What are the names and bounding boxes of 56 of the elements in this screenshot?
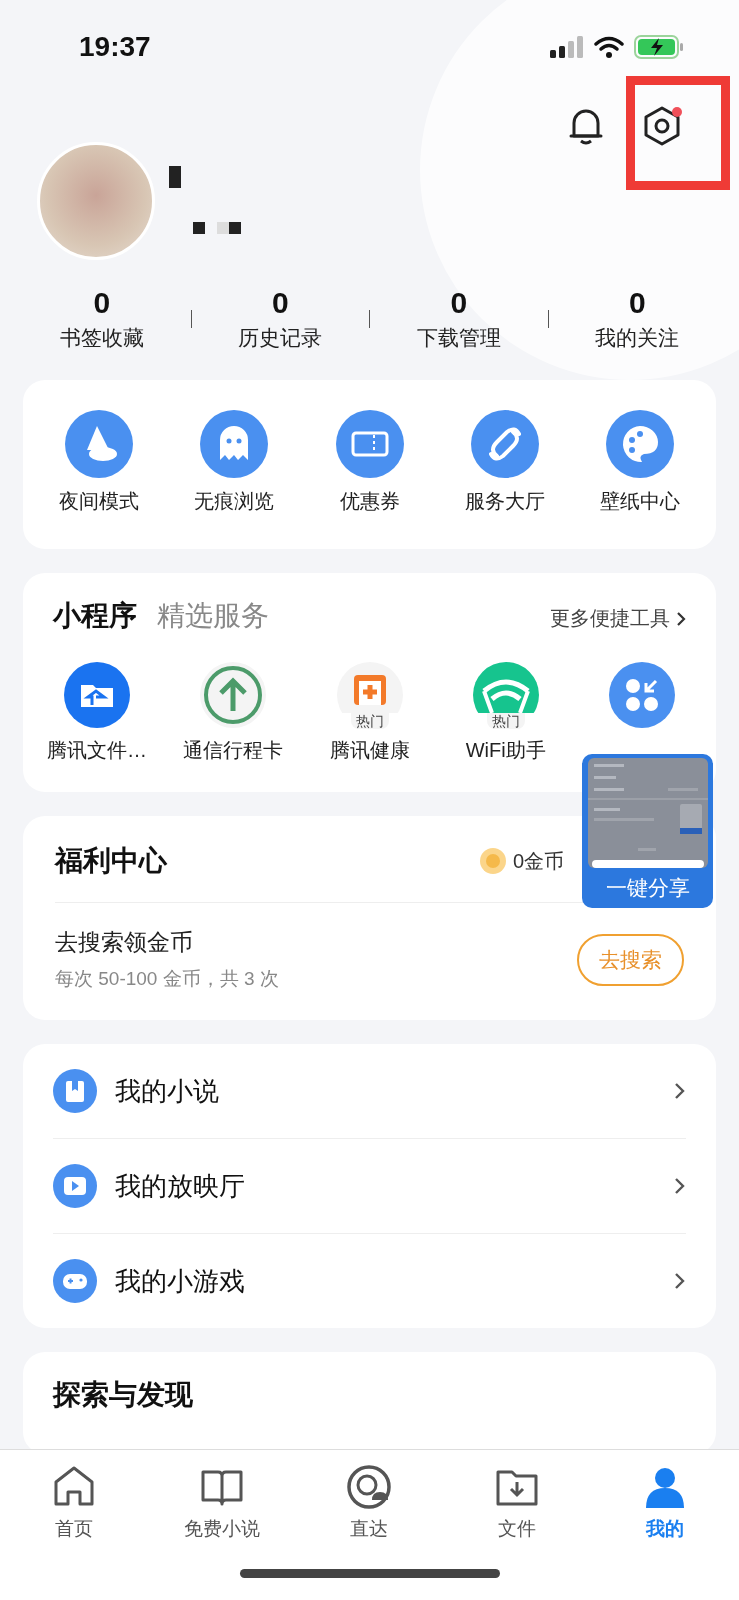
stat-label[interactable]: 我的关注 bbox=[595, 324, 680, 352]
chevron-icon[interactable] bbox=[674, 1176, 686, 1196]
stat-count[interactable]: 0 bbox=[93, 286, 111, 320]
tab[interactable]: 我的 bbox=[591, 1464, 739, 1569]
tool-label[interactable]: 无痕浏览 bbox=[194, 488, 275, 515]
stat-label[interactable]: 下载管理 bbox=[416, 324, 501, 352]
chevron-icon[interactable] bbox=[674, 1081, 686, 1101]
task-detail: 每次 50-100 金币，共 3 次 bbox=[55, 967, 279, 991]
section-title: 小程序 bbox=[53, 599, 137, 633]
tool-label[interactable]: 夜间模式 bbox=[58, 488, 139, 515]
more-tools-link[interactable]: 更多便捷工具 bbox=[550, 605, 686, 632]
chevron-icon bbox=[676, 610, 686, 627]
mini-program-label[interactable]: WiFi助手 bbox=[465, 737, 546, 764]
battery-icon bbox=[634, 35, 684, 59]
tool-label[interactable]: 服务大厅 bbox=[464, 488, 545, 515]
play-icon bbox=[53, 1164, 97, 1208]
section-tab[interactable]: 精选服务 bbox=[157, 597, 269, 635]
tool-label[interactable]: 壁纸中心 bbox=[600, 488, 681, 515]
section-title: 福利中心 bbox=[55, 844, 167, 878]
hot-badge: 热门 bbox=[486, 713, 525, 729]
coin-balance: 0金币 bbox=[512, 848, 564, 874]
tab[interactable]: 直达 bbox=[295, 1464, 444, 1569]
palette-icon[interactable] bbox=[606, 410, 675, 478]
share-widget[interactable]: 一键分享 bbox=[582, 754, 713, 908]
tool-label[interactable]: 优惠券 bbox=[339, 488, 400, 515]
stat-label[interactable]: 书签收藏 bbox=[59, 324, 144, 352]
tab[interactable]: 文件 bbox=[443, 1464, 592, 1569]
ghost-icon[interactable] bbox=[200, 410, 269, 478]
wifi-icon bbox=[594, 36, 624, 58]
stat-label[interactable]: 历史记录 bbox=[238, 324, 323, 352]
link-icon[interactable] bbox=[470, 410, 539, 478]
mini-program-label[interactable]: 腾讯健康 bbox=[329, 737, 410, 764]
coin-icon bbox=[478, 847, 507, 875]
book-icon bbox=[53, 1069, 97, 1113]
signal-icon bbox=[550, 36, 584, 58]
chevron-icon[interactable] bbox=[674, 1271, 686, 1291]
folder-icon[interactable] bbox=[63, 661, 132, 729]
list-item-label[interactable]: 我的小说 bbox=[115, 1073, 656, 1109]
moon-icon[interactable] bbox=[64, 410, 133, 478]
apps-icon[interactable] bbox=[607, 661, 676, 729]
tab[interactable]: 免费小说 bbox=[147, 1464, 296, 1569]
mini-program-label[interactable]: 腾讯文件… bbox=[47, 737, 148, 764]
stat-count[interactable]: 0 bbox=[628, 286, 646, 320]
section-title: 探索与发现 bbox=[53, 1379, 193, 1410]
stat-count[interactable]: 0 bbox=[271, 286, 289, 320]
mini-program-label[interactable]: 通信行程卡 bbox=[183, 737, 284, 764]
list-item-label[interactable]: 我的小游戏 bbox=[115, 1263, 656, 1299]
tab[interactable]: 首页 bbox=[0, 1464, 148, 1569]
ticket-icon[interactable] bbox=[335, 410, 404, 478]
list-item-label[interactable]: 我的放映厅 bbox=[115, 1168, 656, 1204]
hot-badge: 热门 bbox=[350, 713, 389, 729]
stat-count[interactable]: 0 bbox=[450, 286, 468, 320]
task-title: 去搜索领金币 bbox=[55, 928, 194, 957]
status-time: 19:37 bbox=[79, 31, 151, 63]
at-sign-icon bbox=[346, 1464, 393, 1510]
gamepad-icon bbox=[53, 1259, 97, 1303]
